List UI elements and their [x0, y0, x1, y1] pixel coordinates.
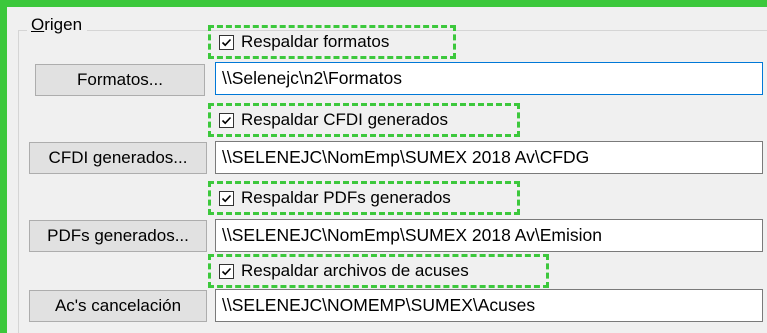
respaldar-acuses-checkbox[interactable]: Respaldar archivos de acuses	[208, 254, 549, 288]
respaldar-formatos-checkbox[interactable]: Respaldar formatos	[208, 25, 456, 59]
checkbox-label: Respaldar CFDI generados	[241, 110, 448, 129]
checkbox-checked-icon[interactable]	[219, 190, 234, 206]
cfdi-path-field[interactable]: \\SELENEJC\NomEmp\SUMEX 2018 Av\CFDG	[215, 141, 763, 174]
group-title: Origen	[27, 15, 88, 35]
checkbox-label: Respaldar formatos	[241, 32, 390, 51]
pdfs-generados-button[interactable]: PDFs generados...	[29, 220, 207, 252]
acuses-path-field[interactable]: \\SELENEJC\NOMEMP\SUMEX\Acuses	[215, 289, 763, 322]
checkbox-label: Respaldar PDFs generados	[241, 188, 451, 207]
group-title-rest: rigen	[44, 15, 83, 34]
formatos-path-field[interactable]: \\Selenejc\n2\Formatos	[215, 62, 763, 95]
group-title-mnemonic: O	[31, 15, 45, 34]
formatos-button[interactable]: Formatos...	[35, 64, 205, 96]
respaldar-cfdi-checkbox[interactable]: Respaldar CFDI generados	[208, 103, 520, 137]
pdfs-path-field[interactable]: \\SELENEJC\NomEmp\SUMEX 2018 Av\Emision	[215, 219, 763, 252]
checkbox-checked-icon[interactable]	[219, 34, 234, 50]
acuses-cancelacion-button[interactable]: Ac's cancelación	[29, 290, 207, 322]
checkbox-checked-icon[interactable]	[219, 112, 234, 128]
checkbox-checked-icon[interactable]	[219, 263, 234, 279]
checkbox-label: Respaldar archivos de acuses	[241, 261, 469, 280]
respaldar-pdfs-checkbox[interactable]: Respaldar PDFs generados	[208, 181, 520, 215]
cfdi-generados-button[interactable]: CFDI generados...	[29, 142, 207, 174]
